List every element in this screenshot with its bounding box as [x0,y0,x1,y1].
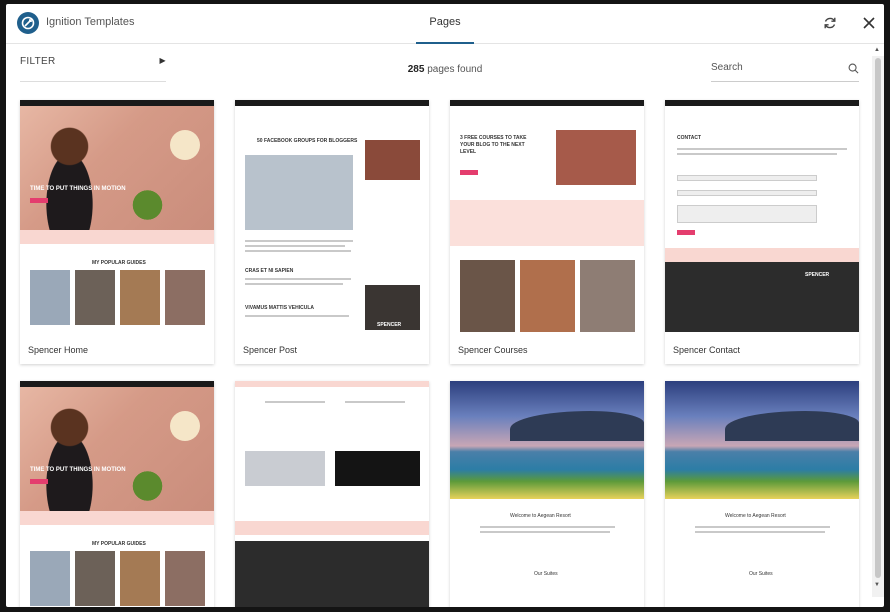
scrollbar-thumb[interactable] [875,58,881,578]
template-card[interactable] [235,381,429,607]
search-icon[interactable] [848,63,859,74]
template-card[interactable]: 50 FACEBOOK GROUPS FOR BLOGGERS CRAS ET … [235,100,429,364]
thumb-popular-text: MY POPULAR GUIDES [92,541,146,547]
thumb-contact-title: CONTACT [677,135,702,141]
thumb-post-sub2: VIVAMUS MATTIS VEHICULA [245,305,314,311]
ignition-logo-icon [17,12,39,34]
app-title: Ignition Templates [46,16,135,28]
search-input[interactable] [711,56,841,73]
filter-dropdown[interactable]: FILTER ▶ [20,56,166,82]
results-count-suffix: pages found [427,64,483,75]
thumb-resort-title: Welcome to Aegean Resort [725,513,786,519]
template-card[interactable]: TIME TO PUT THINGS IN MOTION MY POPULAR … [20,100,214,364]
template-label: Spencer Post [243,345,298,355]
refresh-icon[interactable] [822,15,838,31]
modal-header: Ignition Templates Pages [6,4,884,44]
template-card[interactable]: 3 FREE COURSES TO TAKE YOUR BLOG TO THE … [450,100,644,364]
thumb-resort-title: Welcome to Aegean Resort [510,513,571,519]
template-thumbnail[interactable]: 50 FACEBOOK GROUPS FOR BLOGGERS CRAS ET … [235,100,429,332]
template-thumbnail[interactable]: TIME TO PUT THINGS IN MOTION MY POPULAR … [20,381,214,607]
thumb-popular-text: MY POPULAR GUIDES [92,260,146,266]
template-label: Spencer Home [28,345,89,355]
template-card[interactable]: Welcome to Aegean Resort Our Suites [450,381,644,607]
thumb-post-brand: SPENCER [377,322,402,328]
template-thumbnail[interactable] [235,381,429,607]
scroll-down-icon[interactable]: ▼ [874,582,880,588]
template-label: Spencer Contact [673,345,741,355]
template-thumbnail[interactable]: CONTACT SPENCER [665,100,859,332]
chevron-right-icon: ▶ [159,56,166,65]
templates-modal: Ignition Templates Pages FILTER ▶ 285 pa… [6,4,884,607]
thumb-hero-text: TIME TO PUT THINGS IN MOTION [30,467,126,473]
template-thumbnail[interactable]: Welcome to Aegean Resort Our Suites [665,381,859,607]
results-count-number: 285 [407,64,425,75]
template-thumbnail[interactable]: Welcome to Aegean Resort Our Suites [450,381,644,607]
template-thumbnail[interactable]: 3 FREE COURSES TO TAKE YOUR BLOG TO THE … [450,100,644,332]
toolbar: FILTER ▶ 285 pages found [6,45,884,87]
thumb-courses-title: 3 FREE COURSES TO TAKE YOUR BLOG TO THE … [460,135,527,155]
results-count: 285 pages found [356,64,534,75]
template-card[interactable]: TIME TO PUT THINGS IN MOTION MY POPULAR … [20,381,214,607]
thumb-post-title: 50 FACEBOOK GROUPS FOR BLOGGERS [257,138,358,144]
close-icon[interactable] [861,15,877,31]
scroll-up-icon[interactable]: ▲ [874,47,880,53]
template-card[interactable]: CONTACT SPENCER Spencer Contact [665,100,859,364]
filter-label: FILTER [20,56,56,67]
vertical-scrollbar[interactable]: ▲ ▼ [872,47,884,597]
thumb-hero-text: TIME TO PUT THINGS IN MOTION [30,186,126,192]
thumb-resort-suites: Our Suites [749,571,773,577]
template-thumbnail[interactable]: TIME TO PUT THINGS IN MOTION MY POPULAR … [20,100,214,332]
template-card[interactable]: Welcome to Aegean Resort Our Suites [665,381,859,607]
thumb-resort-suites: Our Suites [534,571,558,577]
tab-pages[interactable]: Pages [416,4,474,44]
template-label: Spencer Courses [458,345,528,355]
search-box [711,56,859,82]
template-grid: TIME TO PUT THINGS IN MOTION MY POPULAR … [6,88,872,607]
thumb-post-sub1: CRAS ET NI SAPIEN [245,268,294,274]
thumb-contact-brand: SPENCER [805,272,830,278]
